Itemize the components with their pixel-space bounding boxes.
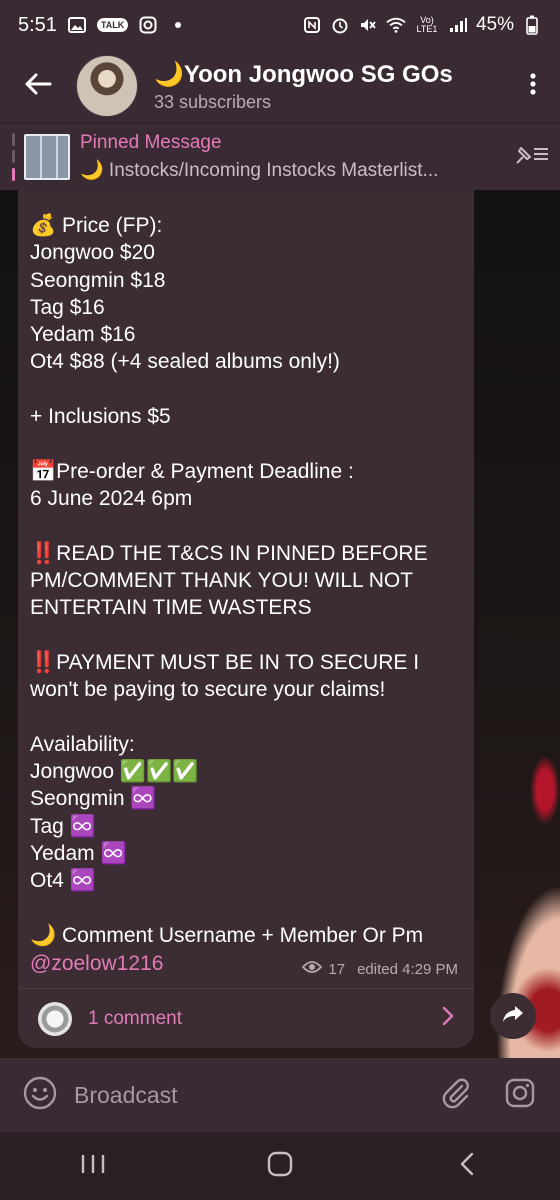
battery-level: 45% [475, 14, 514, 35]
eye-icon [302, 960, 323, 978]
home-button[interactable] [240, 1136, 320, 1196]
message-meta: 17 edited 4:29 PM [302, 960, 458, 978]
back-button[interactable] [0, 50, 76, 122]
kebab-menu-icon [529, 72, 537, 101]
paperclip-icon [440, 1077, 472, 1114]
status-time: 5:51 [18, 13, 57, 36]
instagram-icon [138, 15, 158, 35]
camera-button[interactable] [498, 1073, 542, 1117]
pinned-preview: 🌙 Instocks/Incoming Instocks Masterlist.… [80, 159, 439, 181]
mute-icon [358, 15, 378, 35]
edited-time: edited 4:29 PM [357, 960, 458, 978]
pinned-indicator [12, 132, 18, 181]
pinned-thumbnail [24, 133, 70, 180]
back-arrow-icon [24, 72, 52, 101]
alarm-icon [330, 15, 350, 35]
comments-button[interactable]: 1 comment [18, 989, 474, 1048]
forward-arrow-icon [501, 1004, 525, 1029]
share-button[interactable] [490, 993, 536, 1039]
signal-icon [448, 15, 468, 35]
recent-apps-button[interactable] [53, 1136, 133, 1196]
recent-apps-icon [80, 1153, 106, 1180]
wifi-icon [386, 15, 406, 35]
mention-link[interactable]: @zoelow1216 [30, 952, 163, 976]
chevron-right-icon [442, 1006, 454, 1031]
message-bubble[interactable]: 💰 Price (FP): Jongwoo $20 Seongmin $18 T… [18, 190, 474, 1048]
chat-area[interactable]: 💰 Price (FP): Jongwoo $20 Seongmin $18 T… [0, 190, 560, 1058]
broadcast-input[interactable] [74, 1073, 414, 1117]
comments-count: 1 comment [88, 1007, 182, 1029]
input-bar [0, 1058, 560, 1132]
instagram-camera-icon [504, 1077, 536, 1114]
more-options-button[interactable] [506, 50, 560, 122]
channel-title: 🌙Yoon Jongwoo SG GOs [154, 60, 453, 88]
attach-button[interactable] [434, 1073, 478, 1117]
commenter-avatar [38, 1001, 72, 1036]
pinned-list-button[interactable] [504, 123, 560, 191]
nfc-icon [302, 15, 322, 35]
chevron-left-icon [459, 1152, 475, 1181]
pinned-message-bar[interactable]: Pinned Message 🌙 Instocks/Incoming Insto… [0, 122, 560, 190]
background-wallpaper-detail [530, 755, 560, 825]
channel-info[interactable]: 🌙Yoon Jongwoo SG GOs 33 subscribers [154, 60, 506, 113]
volte-icon: Vo) LTE1 [416, 15, 438, 34]
dot-icon [168, 15, 188, 35]
talk-icon: TALK [96, 18, 129, 32]
emoji-icon [23, 1076, 57, 1115]
system-nav-bar [0, 1132, 560, 1200]
subscriber-count: 33 subscribers [154, 91, 272, 112]
back-nav-button[interactable] [427, 1136, 507, 1196]
battery-icon [522, 15, 542, 35]
channel-header: 🌙Yoon Jongwoo SG GOs 33 subscribers [0, 50, 560, 122]
home-icon [267, 1151, 293, 1182]
emoji-button[interactable] [18, 1073, 62, 1117]
gallery-icon [67, 15, 87, 35]
status-bar: 5:51 TALK Vo) LTE1 45% [0, 0, 560, 50]
pin-list-icon [514, 142, 550, 171]
message-text: 💰 Price (FP): Jongwoo $20 Seongmin $18 T… [30, 214, 428, 947]
channel-avatar[interactable] [76, 55, 138, 117]
pinned-title: Pinned Message [80, 131, 222, 153]
view-count: 17 [328, 960, 346, 978]
